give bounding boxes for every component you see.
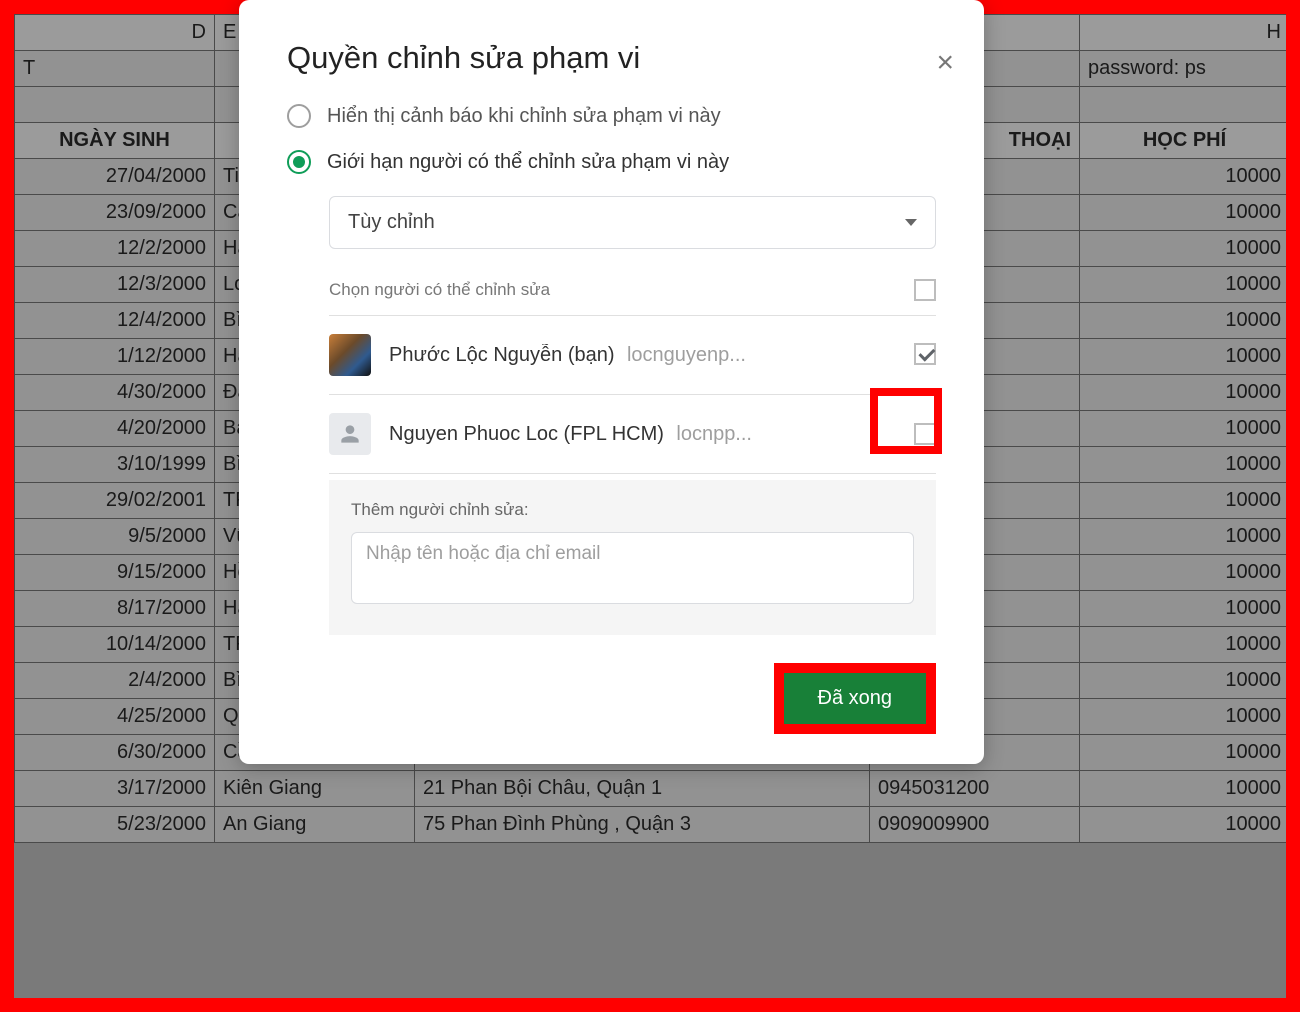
cell[interactable]: 10/14/2000 xyxy=(15,627,215,663)
person-name: Phước Lộc Nguyễn (bạn) xyxy=(389,344,615,366)
cell[interactable]: 75 Phan Đình Phùng , Quận 3 xyxy=(415,807,870,843)
add-editors-label: Thêm người chỉnh sửa: xyxy=(351,500,914,520)
cell[interactable]: 10000 xyxy=(1080,447,1290,483)
cell[interactable]: 3/17/2000 xyxy=(15,771,215,807)
cell[interactable]: 9/15/2000 xyxy=(15,555,215,591)
table-row: 5/23/2000An Giang75 Phan Đình Phùng , Qu… xyxy=(15,807,1290,843)
select-all-label: Chọn người có thể chỉnh sửa xyxy=(329,280,550,300)
cell[interactable]: 10000 xyxy=(1080,555,1290,591)
avatar xyxy=(329,334,371,376)
person-checkbox[interactable] xyxy=(914,343,936,365)
person-name: Nguyen Phuoc Loc (FPL HCM) xyxy=(389,423,664,445)
cell[interactable]: 4/25/2000 xyxy=(15,699,215,735)
cell[interactable]: An Giang xyxy=(215,807,415,843)
cell[interactable]: 2/4/2000 xyxy=(15,663,215,699)
cell[interactable]: 10000 xyxy=(1080,303,1290,339)
close-icon[interactable]: × xyxy=(936,48,954,78)
cell[interactable]: 10000 xyxy=(1080,339,1290,375)
person-email: locnguyenp... xyxy=(627,344,746,366)
cell[interactable]: 21 Phan Bội Châu, Quận 1 xyxy=(415,771,870,807)
cell[interactable]: 10000 xyxy=(1080,663,1290,699)
cell[interactable]: 10000 xyxy=(1080,519,1290,555)
col-letter[interactable]: H xyxy=(1080,15,1290,51)
cell[interactable]: 10000 xyxy=(1080,735,1290,771)
add-editors-input[interactable] xyxy=(351,532,914,604)
dialog-footer: Đã xong xyxy=(287,663,936,734)
add-editors-section: Thêm người chỉnh sửa: xyxy=(329,480,936,635)
cell[interactable]: 1/12/2000 xyxy=(15,339,215,375)
cell[interactable]: 9/5/2000 xyxy=(15,519,215,555)
dialog-title: Quyền chỉnh sửa phạm vi xyxy=(287,40,936,76)
cell[interactable]: 8/17/2000 xyxy=(15,591,215,627)
cell[interactable]: 10000 xyxy=(1080,195,1290,231)
col-letter[interactable]: D xyxy=(15,15,215,51)
cell[interactable]: Kiên Giang xyxy=(215,771,415,807)
restriction-dropdown[interactable]: Tùy chỉnh xyxy=(329,196,936,249)
avatar-generic-icon xyxy=(329,413,371,455)
cell[interactable]: 29/02/2001 xyxy=(15,483,215,519)
cell[interactable]: 3/10/1999 xyxy=(15,447,215,483)
table-row: 3/17/2000Kiên Giang21 Phan Bội Châu, Quậ… xyxy=(15,771,1290,807)
radio-restrict-editors[interactable]: Giới hạn người có thể chỉnh sửa phạm vi … xyxy=(287,150,936,174)
cell[interactable]: 6/30/2000 xyxy=(15,735,215,771)
cell[interactable]: 27/04/2000 xyxy=(15,159,215,195)
cell[interactable]: 12/4/2000 xyxy=(15,303,215,339)
cell[interactable]: 10000 xyxy=(1080,411,1290,447)
cell[interactable]: 23/09/2000 xyxy=(15,195,215,231)
done-button[interactable]: Đã xong xyxy=(784,673,927,724)
cell[interactable]: 10000 xyxy=(1080,771,1290,807)
cell[interactable]: 10000 xyxy=(1080,231,1290,267)
person-checkbox[interactable] xyxy=(914,423,936,445)
chevron-down-icon xyxy=(905,219,917,226)
person-row: Nguyen Phuoc Loc (FPL HCM) locnpp... xyxy=(329,395,936,474)
cell[interactable]: 0909009900 xyxy=(870,807,1080,843)
cell[interactable]: 10000 xyxy=(1080,591,1290,627)
cell[interactable]: 10000 xyxy=(1080,627,1290,663)
cell[interactable]: 10000 xyxy=(1080,699,1290,735)
range-permissions-dialog: Quyền chỉnh sửa phạm vi × Hiển thị cảnh … xyxy=(239,0,984,764)
cell[interactable]: 0945031200 xyxy=(870,771,1080,807)
cell[interactable]: 10000 xyxy=(1080,807,1290,843)
cell[interactable]: 12/3/2000 xyxy=(15,267,215,303)
dropdown-value: Tùy chỉnh xyxy=(348,211,435,234)
cell[interactable]: 4/20/2000 xyxy=(15,411,215,447)
cell[interactable]: 10000 xyxy=(1080,483,1290,519)
radio-show-warning[interactable]: Hiển thị cảnh báo khi chỉnh sửa phạm vi … xyxy=(287,104,936,128)
cell[interactable]: 10000 xyxy=(1080,159,1290,195)
cell[interactable]: 12/2/2000 xyxy=(15,231,215,267)
person-row-owner: Phước Lộc Nguyễn (bạn) locnguyenp... xyxy=(329,316,936,395)
cell[interactable]: 10000 xyxy=(1080,375,1290,411)
radio-group: Hiển thị cảnh báo khi chỉnh sửa phạm vi … xyxy=(287,104,936,174)
cell[interactable]: 5/23/2000 xyxy=(15,807,215,843)
cell[interactable]: 4/30/2000 xyxy=(15,375,215,411)
select-all-row: Chọn người có thể chỉnh sửa xyxy=(329,279,936,316)
person-email: locnpp... xyxy=(676,423,752,445)
people-section: Chọn người có thể chỉnh sửa Phước Lộc Ng… xyxy=(329,279,936,474)
cell[interactable]: 10000 xyxy=(1080,267,1290,303)
select-all-checkbox[interactable] xyxy=(914,279,936,301)
